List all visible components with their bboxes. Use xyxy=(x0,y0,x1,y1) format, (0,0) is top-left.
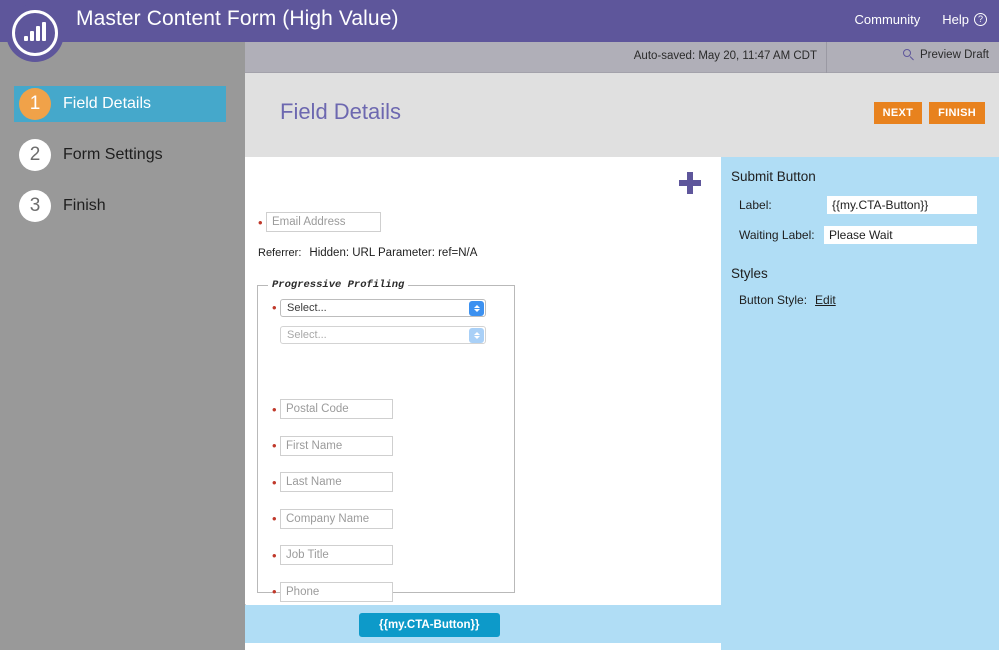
panel-row-button-style: Button Style: Edit xyxy=(739,293,999,307)
page-title: Field Details xyxy=(280,99,402,124)
panel-section-submit-button: Submit Button xyxy=(731,169,816,184)
app-title: Master Content Form (High Value) xyxy=(76,7,399,30)
chevron-updown-icon[interactable] xyxy=(469,300,484,316)
form-field-company-name[interactable]: • Company Name xyxy=(272,501,514,538)
button-style-label: Button Style: xyxy=(739,293,808,307)
marketo-logo xyxy=(6,4,64,62)
panel-row-label: Label: {{my.CTA-Button}} xyxy=(739,196,999,214)
step-label: Field Details xyxy=(63,95,152,112)
waiting-label-label: Waiting Label: xyxy=(739,228,815,242)
select-dropdown-1[interactable]: Select... xyxy=(280,298,486,317)
help-link[interactable]: Help ? xyxy=(942,12,987,27)
magnifier-icon xyxy=(902,49,915,61)
fieldset-select-rows: • Select... Select... xyxy=(258,291,514,348)
required-marker: • xyxy=(272,300,277,315)
required-marker: • xyxy=(272,474,277,490)
step-label: Finish xyxy=(63,197,106,214)
form-field-referrer: Referrer: Hidden: URL Parameter: ref=N/A xyxy=(258,247,477,259)
select-value: Select... xyxy=(287,301,327,314)
help-label: Help xyxy=(942,12,969,27)
step-number-badge: 2 xyxy=(19,139,51,171)
label-field-input[interactable]: {{my.CTA-Button}} xyxy=(827,196,977,214)
form-field-postal-code[interactable]: • Postal Code xyxy=(272,391,514,428)
required-marker: • xyxy=(272,547,277,563)
required-marker: • xyxy=(272,401,277,417)
last-name-input[interactable]: Last Name xyxy=(280,472,393,493)
wizard-actions: NEXT FINISH xyxy=(873,102,985,124)
cta-submit-button[interactable]: {{my.CTA-Button}} xyxy=(359,613,500,637)
form-submit-strip: {{my.CTA-Button}} xyxy=(245,605,721,643)
app-header: Master Content Form (High Value) Communi… xyxy=(0,0,999,42)
content-header: Field Details NEXT FINISH xyxy=(245,73,999,157)
autosave-status: Auto-saved: May 20, 11:47 AM CDT xyxy=(633,50,817,62)
phone-input[interactable]: Phone xyxy=(280,581,393,602)
preview-draft-label: Preview Draft xyxy=(919,49,989,61)
job-title-input[interactable]: Job Title xyxy=(280,545,393,566)
postal-code-input[interactable]: Postal Code xyxy=(280,399,393,420)
step-number-badge: 1 xyxy=(19,88,51,120)
form-field-select-2[interactable]: Select... xyxy=(272,321,514,348)
form-editor-app: Master Content Form (High Value) Communi… xyxy=(0,0,999,650)
panel-section-styles: Styles xyxy=(731,266,768,281)
preview-draft-button[interactable]: Preview Draft xyxy=(902,49,989,61)
first-name-input[interactable]: First Name xyxy=(280,435,393,456)
company-name-input[interactable]: Company Name xyxy=(280,508,393,529)
chevron-updown-icon[interactable] xyxy=(469,327,484,343)
plus-icon[interactable] xyxy=(679,172,701,194)
wizard-sidebar: 1 Field Details 2 Form Settings 3 Finish xyxy=(0,42,245,650)
form-canvas: • Email Address Referrer: Hidden: URL Pa… xyxy=(245,157,718,604)
waiting-label-input[interactable]: Please Wait xyxy=(824,226,977,244)
header-actions: Community Help ? xyxy=(855,12,987,27)
email-input[interactable]: Email Address xyxy=(266,212,381,232)
progressive-profiling-fieldset: Progressive Profiling • Select... Select… xyxy=(257,279,515,602)
question-circle-icon: ? xyxy=(974,13,987,26)
sidebar-step-field-details[interactable]: 1 Field Details xyxy=(14,86,226,122)
required-marker: • xyxy=(272,438,277,454)
referrer-value: Hidden: URL Parameter: ref=N/A xyxy=(309,247,478,259)
required-marker: • xyxy=(272,511,277,527)
select-value: Select... xyxy=(287,328,327,341)
canvas-bottom-spacer xyxy=(245,643,721,650)
community-link[interactable]: Community xyxy=(855,12,921,27)
fieldset-text-rows: • Postal Code • First Name • Last Name •… xyxy=(258,391,514,610)
sidebar-step-finish[interactable]: 3 Finish xyxy=(14,188,226,224)
form-field-last-name[interactable]: • Last Name xyxy=(272,464,514,501)
button-style-edit-link[interactable]: Edit xyxy=(815,293,836,307)
submit-button-settings-panel: Submit Button Label: {{my.CTA-Button}} W… xyxy=(721,157,999,650)
step-label: Form Settings xyxy=(63,146,163,163)
referrer-label: Referrer: xyxy=(258,247,302,259)
required-marker: • xyxy=(258,214,263,230)
toolbar-divider xyxy=(826,42,827,73)
fieldset-legend: Progressive Profiling xyxy=(272,279,405,291)
form-field-job-title[interactable]: • Job Title xyxy=(272,537,514,574)
bars-logo-icon xyxy=(12,10,58,56)
form-field-first-name[interactable]: • First Name xyxy=(272,428,514,465)
next-button[interactable]: NEXT xyxy=(873,102,923,124)
form-field-select-1[interactable]: • Select... xyxy=(272,294,514,321)
sidebar-step-form-settings[interactable]: 2 Form Settings xyxy=(14,137,226,173)
finish-button[interactable]: FINISH xyxy=(929,102,985,124)
step-number-badge: 3 xyxy=(19,190,51,222)
required-marker: • xyxy=(272,584,277,600)
select-dropdown-2[interactable]: Select... xyxy=(280,325,486,344)
form-field-email[interactable]: • Email Address xyxy=(258,212,381,232)
panel-row-waiting-label: Waiting Label: Please Wait xyxy=(739,226,999,244)
label-field-label: Label: xyxy=(739,198,772,212)
